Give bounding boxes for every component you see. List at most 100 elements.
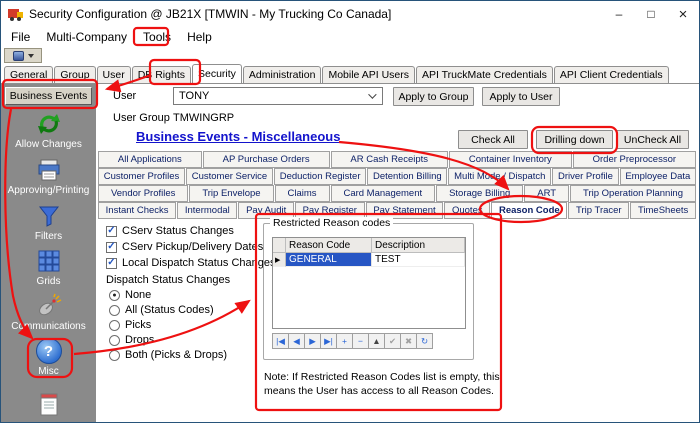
menu-item-file[interactable]: File bbox=[3, 28, 38, 46]
subtab-row-2: Customer Profiles Customer Service Deduc… bbox=[98, 168, 697, 185]
nav-insert-button[interactable]: + bbox=[336, 333, 353, 349]
business-events-button[interactable]: Business Events bbox=[5, 87, 92, 105]
checkbox-local-dispatch-status-changes[interactable]: ✓ Local Dispatch Status Changes bbox=[106, 257, 275, 269]
nav-refresh-button[interactable]: ↻ bbox=[416, 333, 433, 349]
radio-circle bbox=[109, 305, 120, 316]
user-dropdown-value: TONY bbox=[179, 90, 209, 102]
group-title: Restricted Reason codes bbox=[270, 217, 393, 229]
tab-group[interactable]: Group bbox=[54, 66, 95, 83]
sidebar-item-filters[interactable]: Filters bbox=[1, 203, 96, 242]
user-group-label: User Group bbox=[113, 112, 170, 124]
tab-db-rights[interactable]: DB Rights bbox=[132, 66, 191, 83]
cell-description[interactable]: TEST bbox=[372, 253, 465, 267]
toolbar-db-button[interactable] bbox=[4, 48, 42, 63]
subtab-deduction-register[interactable]: Deduction Register bbox=[274, 168, 366, 185]
subtab-multi-mode-dispatch[interactable]: Multi Mode / Dispatch bbox=[448, 168, 551, 185]
user-group-value: TMWINGRP bbox=[173, 112, 234, 124]
subtab-art[interactable]: ART bbox=[524, 185, 569, 202]
apply-to-group-button[interactable]: Apply to Group bbox=[393, 87, 474, 106]
radio-all-status-codes[interactable]: All (Status Codes) bbox=[109, 304, 214, 316]
sidebar-item-label: Allow Changes bbox=[15, 139, 82, 150]
checkbox-cserv-pickup-delivery-dates[interactable]: ✓ CServ Pickup/Delivery Dates bbox=[106, 241, 263, 253]
subtab-trip-operation-planning[interactable]: Trip Operation Planning bbox=[570, 185, 696, 202]
subtab-trip-envelope[interactable]: Trip Envelope bbox=[189, 185, 273, 202]
tab-user[interactable]: User bbox=[97, 66, 131, 83]
tab-mobile-api-users[interactable]: Mobile API Users bbox=[322, 66, 415, 83]
subtab-container-inventory[interactable]: Container Inventory bbox=[449, 151, 572, 168]
nav-last-button[interactable]: ▶| bbox=[320, 333, 337, 349]
sidebar-item-approving-printing[interactable]: Approving/Printing bbox=[1, 157, 96, 196]
minimize-button[interactable]: – bbox=[603, 1, 635, 27]
sidebar-item-misc[interactable]: ? Misc bbox=[1, 338, 96, 377]
menu-bar: File Multi-Company Tools Help bbox=[1, 27, 699, 47]
menu-item-help[interactable]: Help bbox=[179, 28, 220, 46]
nav-edit-button[interactable]: ▲ bbox=[368, 333, 385, 349]
radio-picks[interactable]: Picks bbox=[109, 319, 151, 331]
notepad-icon bbox=[36, 391, 62, 417]
misc-question-icon: ? bbox=[36, 338, 62, 364]
subtab-ar-cash-receipts[interactable]: AR Cash Receipts bbox=[331, 151, 448, 168]
app-window: Security Configuration @ JB21X [TMWIN - … bbox=[0, 0, 700, 423]
tab-api-client-credentials[interactable]: API Client Credentials bbox=[554, 66, 669, 83]
apply-to-user-button[interactable]: Apply to User bbox=[482, 87, 560, 106]
nav-first-button[interactable]: |◀ bbox=[272, 333, 289, 349]
nav-delete-button[interactable]: − bbox=[352, 333, 369, 349]
maximize-button[interactable]: □ bbox=[635, 1, 667, 27]
subtab-order-preprocessor[interactable]: Order Preprocessor bbox=[573, 151, 696, 168]
nav-cancel-button[interactable]: ✖ bbox=[400, 333, 417, 349]
subtab-instant-checks[interactable]: Instant Checks bbox=[98, 202, 176, 219]
radio-circle bbox=[109, 320, 120, 331]
subtab-employee-data[interactable]: Employee Data bbox=[620, 168, 696, 185]
subtab-card-management[interactable]: Card Management bbox=[331, 185, 436, 202]
tab-general[interactable]: General bbox=[4, 66, 53, 83]
subtab-trip-tracer[interactable]: Trip Tracer bbox=[568, 202, 629, 219]
radio-dot-icon: ● bbox=[112, 292, 116, 299]
tab-security[interactable]: Security bbox=[192, 64, 242, 83]
subtab-reason-code[interactable]: Reason Code bbox=[491, 202, 567, 219]
sidebar-item-communications[interactable]: Communications bbox=[1, 293, 96, 332]
tab-api-truckmate-credentials[interactable]: API TruckMate Credentials bbox=[416, 66, 553, 83]
radio-none[interactable]: ● None bbox=[109, 289, 151, 301]
subtab-ap-purchase-orders[interactable]: AP Purchase Orders bbox=[203, 151, 330, 168]
subtab-claims[interactable]: Claims bbox=[275, 185, 330, 202]
checkmark-icon: ✓ bbox=[107, 226, 115, 236]
tab-administration[interactable]: Administration bbox=[243, 66, 322, 83]
close-button[interactable]: × bbox=[667, 1, 699, 27]
sidebar-item-grids[interactable]: Grids bbox=[1, 248, 96, 287]
subtab-detention-billing[interactable]: Detention Billing bbox=[367, 168, 447, 185]
nav-next-button[interactable]: ▶ bbox=[304, 333, 321, 349]
radio-drops[interactable]: Drops bbox=[109, 334, 154, 346]
radio-both-picks-drops[interactable]: Both (Picks & Drops) bbox=[109, 349, 227, 361]
checkbox-cserv-status-changes[interactable]: ✓ CServ Status Changes bbox=[106, 225, 234, 237]
subtab-all-applications[interactable]: All Applications bbox=[98, 151, 202, 168]
subtab-intermodal[interactable]: Intermodal bbox=[177, 202, 237, 219]
drilling-down-button[interactable]: Drilling down bbox=[536, 130, 613, 149]
subtab-storage-billing[interactable]: Storage Billing bbox=[436, 185, 523, 202]
uncheck-all-button[interactable]: UnCheck All bbox=[616, 130, 689, 149]
content-area: User TONY Apply to Group Apply to User U… bbox=[96, 84, 699, 422]
subtab-row-3: Vendor Profiles Trip Envelope Claims Car… bbox=[98, 185, 697, 202]
radio-label: Drops bbox=[125, 334, 154, 346]
nav-post-button[interactable]: ✔ bbox=[384, 333, 401, 349]
user-dropdown[interactable]: TONY bbox=[173, 87, 383, 105]
subtab-customer-profiles[interactable]: Customer Profiles bbox=[98, 168, 185, 185]
nav-prior-button[interactable]: ◀ bbox=[288, 333, 305, 349]
sidebar-item-allow-changes[interactable]: Allow Changes bbox=[1, 111, 96, 150]
subtab-driver-profile[interactable]: Driver Profile bbox=[552, 168, 618, 185]
subtab-row-4: Instant Checks Intermodal Pay Audit Pay … bbox=[98, 202, 697, 219]
main-tab-bar: General Group User DB Rights Security Ad… bbox=[1, 64, 699, 84]
check-all-button[interactable]: Check All bbox=[458, 130, 528, 149]
menu-item-tools[interactable]: Tools bbox=[135, 28, 179, 46]
subtab-quotes[interactable]: Quotes bbox=[444, 202, 490, 219]
subtab-customer-service[interactable]: Customer Service bbox=[186, 168, 273, 185]
checkbox-label: CServ Pickup/Delivery Dates bbox=[122, 241, 263, 253]
subtab-vendor-profiles[interactable]: Vendor Profiles bbox=[98, 185, 188, 202]
sidebar-item-notes[interactable] bbox=[1, 391, 96, 417]
radio-circle: ● bbox=[109, 290, 120, 301]
menu-item-multi-company[interactable]: Multi-Company bbox=[38, 28, 135, 46]
grid-row[interactable]: ▶ GENERAL TEST bbox=[273, 253, 465, 267]
cell-reason-code[interactable]: GENERAL bbox=[286, 253, 372, 267]
sidebar-item-label: Misc bbox=[38, 366, 59, 377]
subtab-timesheets[interactable]: TimeSheets bbox=[630, 202, 696, 219]
reason-codes-grid[interactable]: Reason Code Description ▶ GENERAL TEST bbox=[272, 237, 466, 329]
